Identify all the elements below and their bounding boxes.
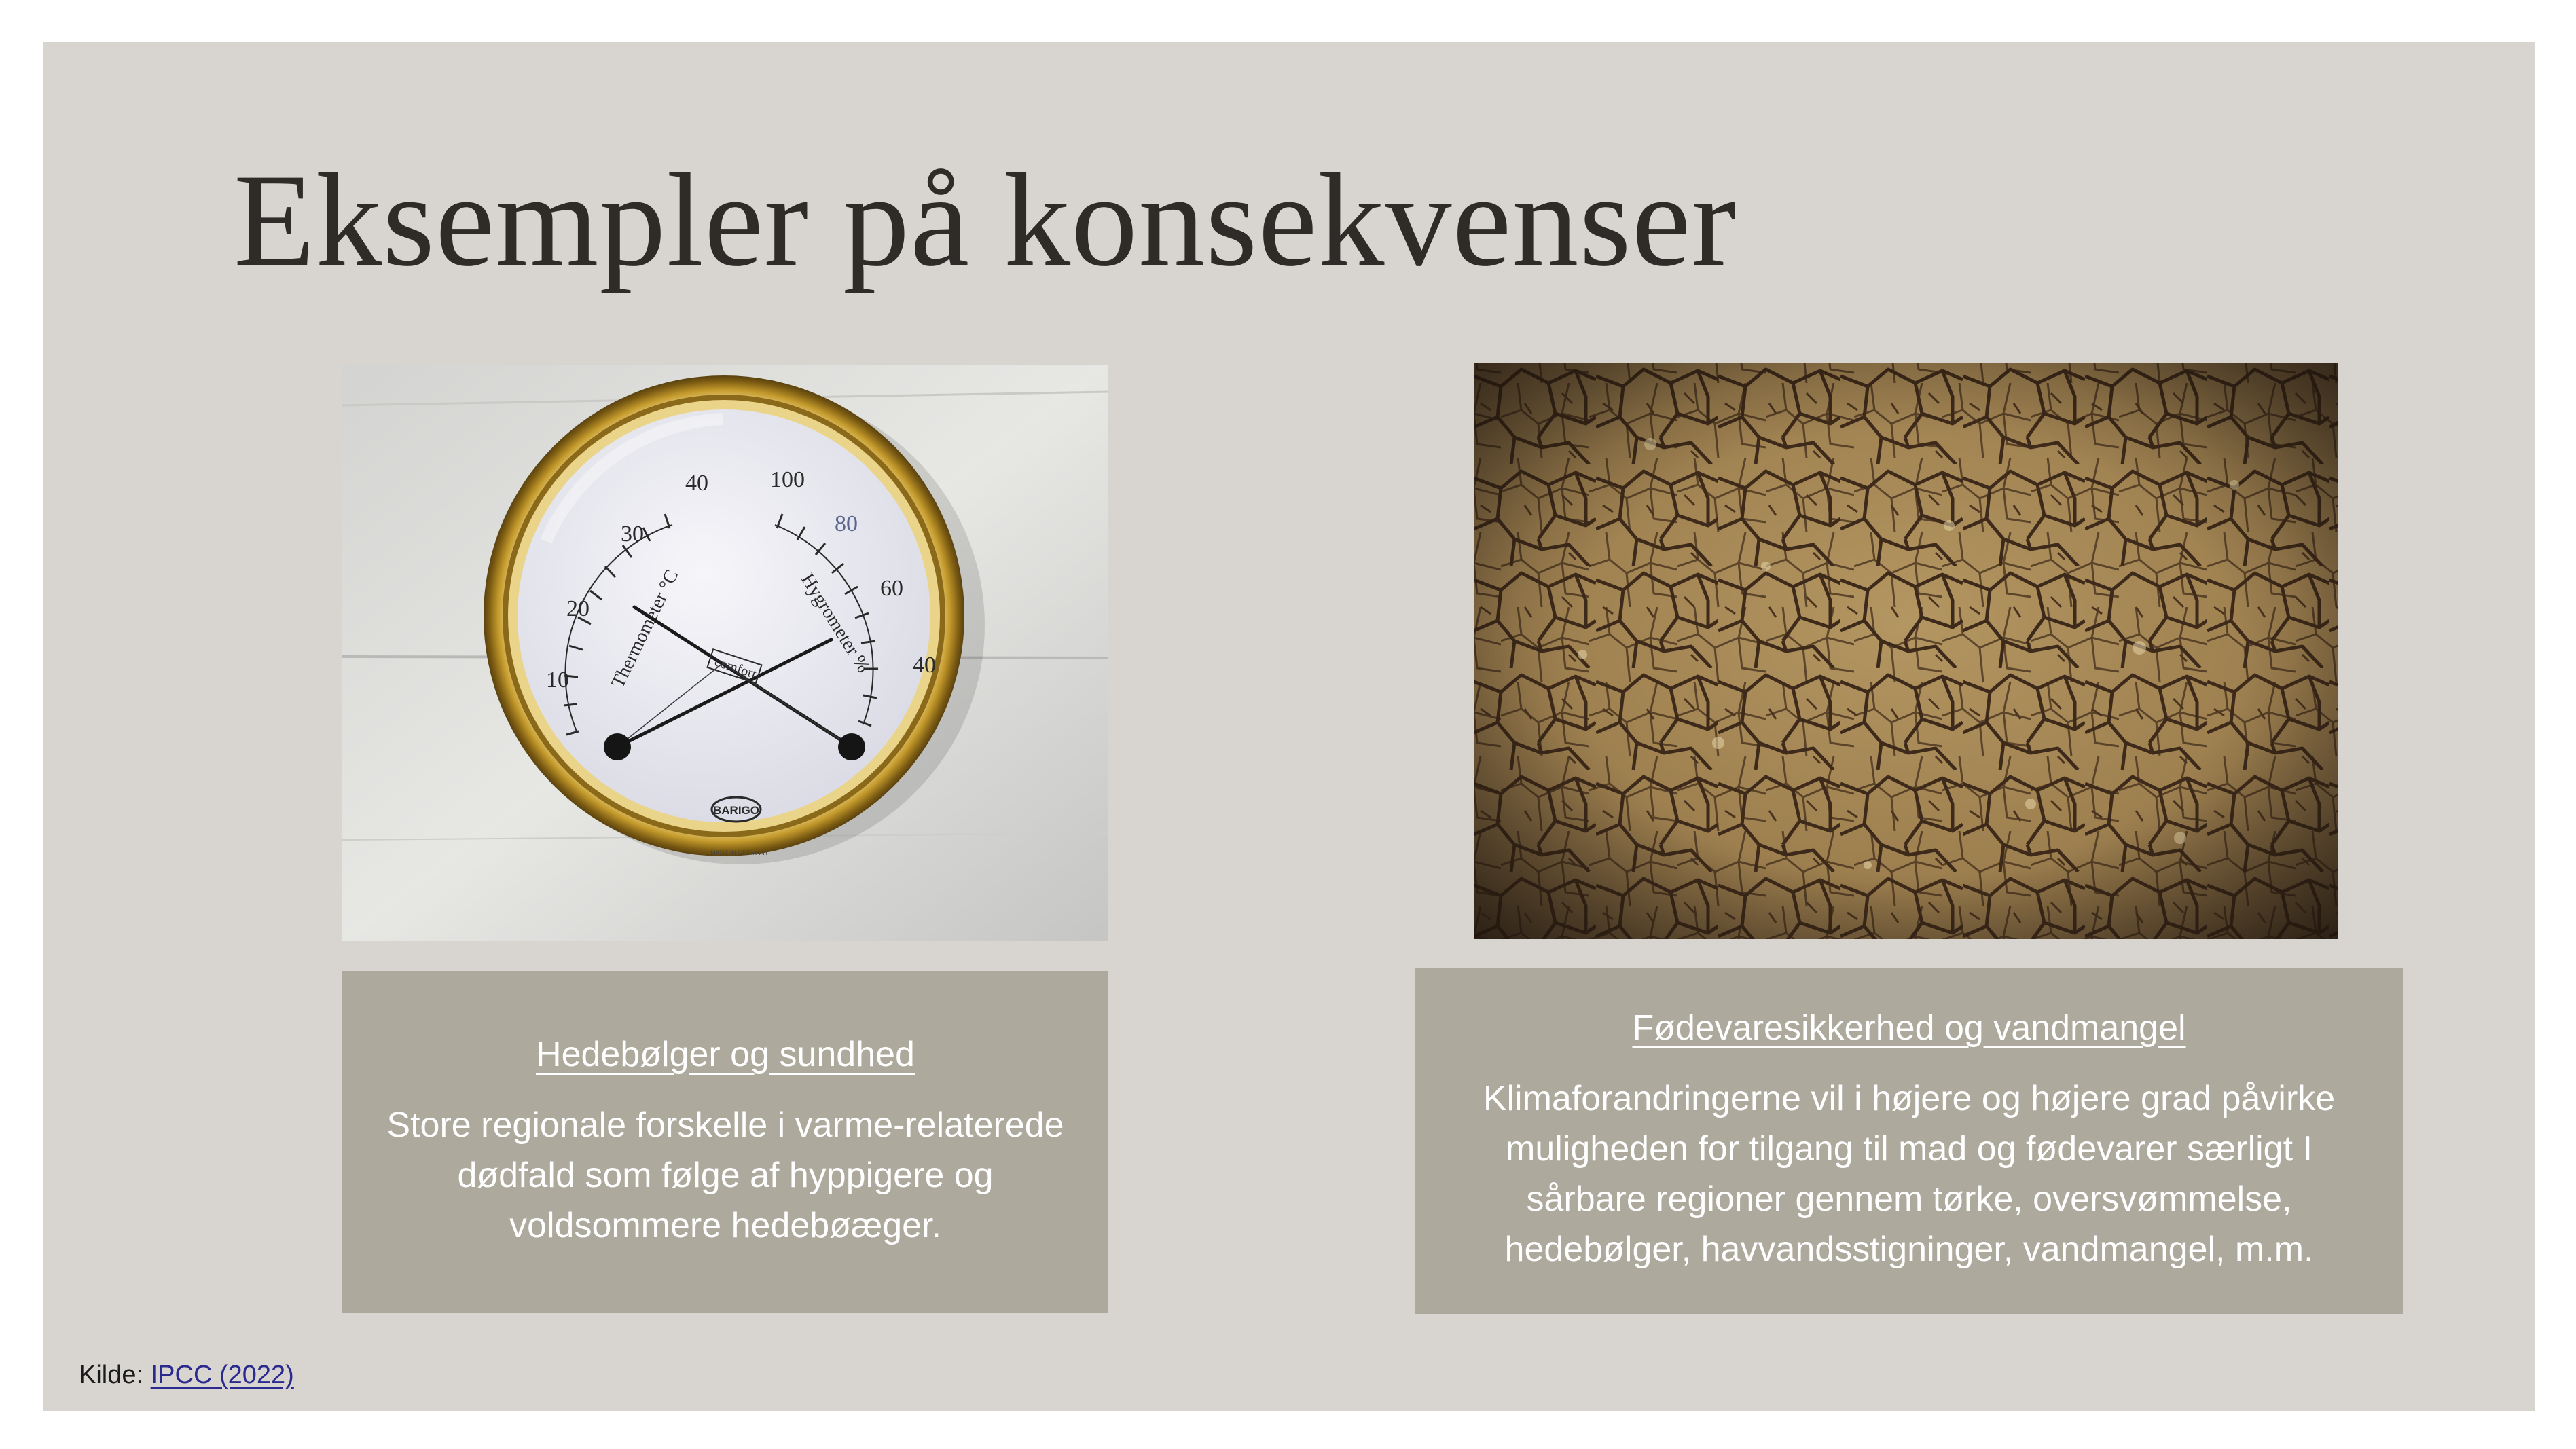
hygro-tick-40: 40 — [913, 653, 936, 678]
slide-title: Eksempler på konsekvenser — [234, 147, 1737, 294]
hygro-tick-80: 80 — [835, 511, 858, 536]
food-water-heading[interactable]: Fødevaresikkerhed og vandmangel — [1632, 1007, 2185, 1049]
food-water-card: Fødevaresikkerhed og vandmangel Klimafor… — [1415, 968, 2403, 1314]
thermo-tick-30: 30 — [621, 521, 644, 547]
made-in-label: MADE IN GERMANY — [710, 849, 769, 856]
cracked-soil-graphic — [1474, 363, 2338, 939]
cracked-soil-image — [1474, 363, 2338, 939]
source-label: Kilde: — [79, 1361, 144, 1389]
heatwave-health-card: Hedebølger og sundhed Store regionale fo… — [342, 971, 1108, 1313]
heatwave-health-heading[interactable]: Hedebølger og sundhed — [536, 1033, 915, 1076]
hygro-tick-100: 100 — [770, 467, 805, 492]
slide: Eksempler på konsekvenser 10 20 30 40 10… — [43, 42, 2535, 1411]
thermo-tick-40: 40 — [685, 471, 708, 496]
thermo-tick-10: 10 — [546, 667, 569, 693]
heatwave-health-body: Store regionale forskelle i varme-relate… — [386, 1105, 1064, 1246]
source-link[interactable]: IPCC (2022) — [151, 1361, 294, 1389]
thermo-tick-20: 20 — [566, 596, 589, 621]
hygro-tick-60: 60 — [880, 576, 903, 601]
food-water-body: Klimaforandringerne vil i højere og høje… — [1483, 1079, 2336, 1270]
source-citation: Kilde: IPCC (2022) — [79, 1361, 294, 1390]
brand-label: BARIGO — [713, 804, 759, 817]
thermometer-hygrometer-image: 10 20 30 40 100 80 60 40 Thermometer °C … — [342, 365, 1108, 941]
thermometer-hygrometer-graphic: 10 20 30 40 100 80 60 40 Thermometer °C … — [342, 365, 1108, 941]
